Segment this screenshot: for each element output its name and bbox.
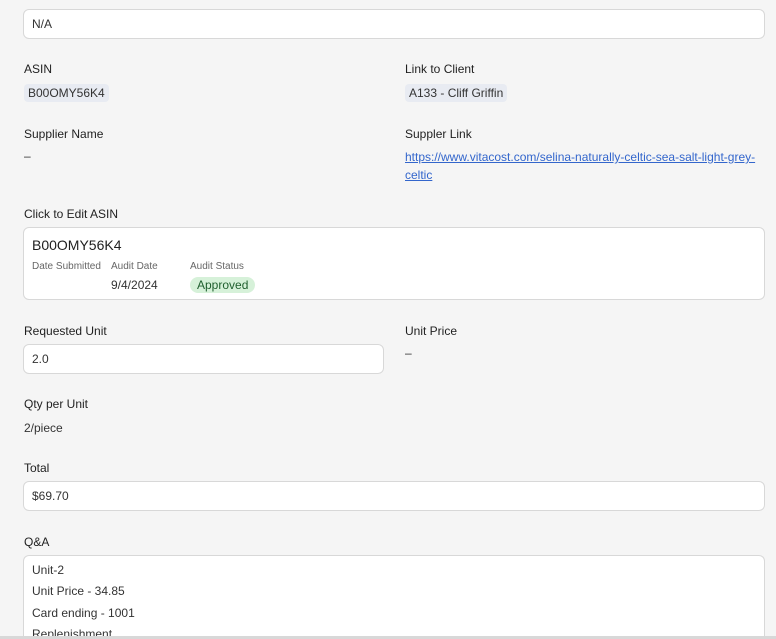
- edit-asin-card[interactable]: B00OMY56K4 Date Submitted Audit Date 9/4…: [23, 227, 765, 300]
- asin-chip: B00OMY56K4: [24, 84, 109, 102]
- unit-price-label: Unit Price: [405, 324, 458, 338]
- requested-unit-label: Requested Unit: [24, 324, 107, 338]
- supplier-link-line-1: https://www.vitacost.com/selina-naturall…: [405, 150, 756, 164]
- audit-date-value: 9/4/2024: [111, 278, 158, 292]
- requested-unit-input[interactable]: 2.0: [23, 344, 384, 374]
- qa-textarea[interactable]: Unit-2 Unit Price - 34.85 Card ending - …: [23, 555, 765, 639]
- top-text-field-value: N/A: [32, 17, 53, 31]
- edit-asin-card-title: B00OMY56K4: [32, 237, 122, 253]
- link-to-client-chip[interactable]: A133 - Cliff Griffin: [405, 84, 508, 102]
- unit-price-value: –: [405, 346, 412, 360]
- audit-status-badge: Approved: [190, 277, 256, 293]
- supplier-name-value: –: [24, 149, 31, 163]
- link-to-client-label: Link to Client: [405, 62, 475, 76]
- top-text-field[interactable]: N/A: [23, 9, 765, 39]
- supplier-link-anchor[interactable]: https://www.vitacost.com/selina-naturall…: [405, 148, 765, 184]
- supplier-name-label: Supplier Name: [24, 127, 104, 141]
- total-label: Total: [24, 461, 50, 475]
- audit-date-label: Audit Date: [111, 261, 158, 272]
- qty-per-unit-label: Qty per Unit: [24, 397, 89, 411]
- qty-per-unit-value: 2/piece: [24, 421, 63, 435]
- qa-line-2: Unit Price - 34.85: [32, 584, 125, 599]
- audit-status-label: Audit Status: [190, 261, 244, 272]
- supplier-link-label: Suppler Link: [405, 127, 472, 141]
- total-input[interactable]: $69.70: [23, 481, 765, 511]
- requested-unit-value: 2.0: [32, 352, 49, 366]
- qa-line-1: Unit-2: [32, 563, 65, 577]
- qa-label: Q&A: [24, 535, 50, 549]
- edit-asin-label: Click to Edit ASIN: [24, 207, 119, 221]
- asin-label: ASIN: [24, 62, 53, 76]
- date-submitted-label: Date Submitted: [32, 261, 101, 272]
- total-value: $69.70: [32, 489, 69, 503]
- supplier-link-line-2: celtic: [405, 168, 433, 182]
- qa-line-3: Card ending - 1001: [32, 605, 135, 620]
